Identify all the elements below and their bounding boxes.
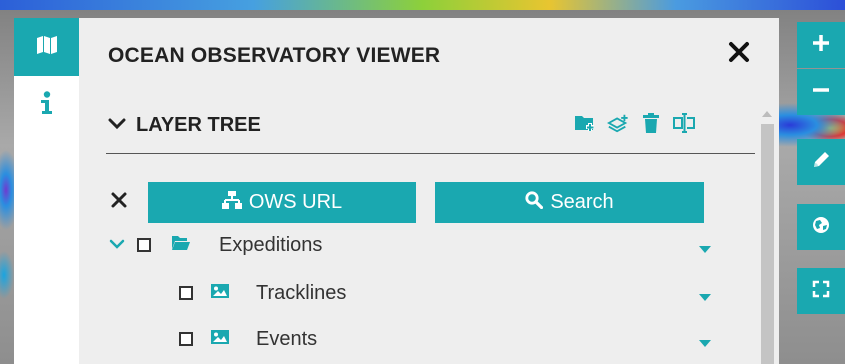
close-icon[interactable] xyxy=(727,40,751,64)
ows-url-label: OWS URL xyxy=(248,191,343,213)
zoom-out-button[interactable] xyxy=(797,69,845,115)
clear-icon[interactable] xyxy=(109,190,129,210)
zoom-in-icon xyxy=(811,33,831,58)
ows-url-button[interactable]: OWS URL xyxy=(148,182,416,223)
trash-icon[interactable] xyxy=(640,112,662,134)
add-folder-icon[interactable] xyxy=(574,112,596,134)
zoom-out-icon xyxy=(811,80,831,105)
tree-item-expeditions: Expeditions xyxy=(109,230,322,260)
sitemap-icon xyxy=(221,190,242,215)
caret-down-icon[interactable] xyxy=(698,335,712,347)
rename-icon[interactable] xyxy=(673,112,695,134)
tree-item-label[interactable]: Tracklines xyxy=(256,282,346,305)
tab-info[interactable] xyxy=(14,76,79,134)
draw-button[interactable] xyxy=(797,139,845,185)
zoom-in-button[interactable] xyxy=(797,22,845,68)
search-icon xyxy=(525,190,544,215)
add-layer-icon[interactable] xyxy=(607,112,629,134)
layer-panel: OCEAN OBSERVATORY VIEWER LAYER TREE OWS … xyxy=(79,18,779,364)
side-tab-bar xyxy=(14,18,79,364)
fullscreen-icon xyxy=(812,280,830,303)
chevron-down-icon xyxy=(108,117,126,135)
image-icon xyxy=(210,283,230,304)
search-button[interactable]: Search xyxy=(435,182,704,223)
scroll-up-arrow[interactable] xyxy=(760,106,774,118)
tree-item-label[interactable]: Events xyxy=(256,328,317,351)
chevron-down-icon[interactable] xyxy=(109,236,127,254)
fullscreen-button[interactable] xyxy=(797,268,845,314)
layer-tree-toolbar xyxy=(574,112,695,134)
globe-button[interactable] xyxy=(797,204,845,250)
search-label: Search xyxy=(550,191,614,213)
tab-map[interactable] xyxy=(14,18,79,76)
header-divider xyxy=(106,153,755,154)
image-icon xyxy=(210,329,230,350)
layer-checkbox[interactable] xyxy=(137,238,151,252)
tree-item-label[interactable]: Expeditions xyxy=(219,234,322,257)
tree-item-tracklines: Tracklines xyxy=(179,278,346,308)
tree-item-events: Events xyxy=(179,324,317,354)
scrollbar[interactable] xyxy=(757,106,775,364)
panel-title: OCEAN OBSERVATORY VIEWER xyxy=(108,44,441,67)
layer-checkbox[interactable] xyxy=(179,286,193,300)
pencil-icon xyxy=(811,150,831,175)
info-icon xyxy=(40,90,54,120)
map-icon xyxy=(36,35,58,60)
layer-tree-title: LAYER TREE xyxy=(136,114,261,136)
folder-open-icon xyxy=(171,235,191,256)
layer-tree-header[interactable]: LAYER TREE xyxy=(108,114,261,137)
caret-down-icon[interactable] xyxy=(698,289,712,301)
caret-down-icon[interactable] xyxy=(698,241,712,253)
scroll-thumb[interactable] xyxy=(761,124,774,364)
globe-icon xyxy=(811,215,831,240)
layer-checkbox[interactable] xyxy=(179,332,193,346)
